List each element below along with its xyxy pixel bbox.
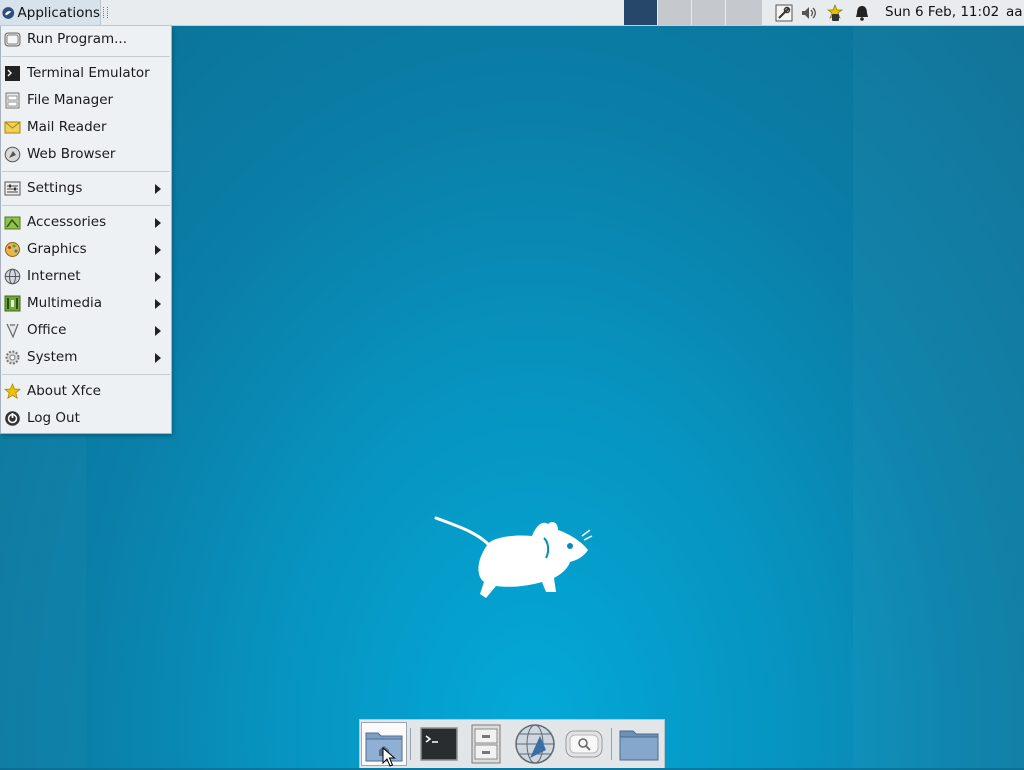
dock-terminal[interactable]: [415, 722, 461, 766]
network-icon[interactable]: [775, 4, 793, 22]
web-browser-icon: [4, 146, 21, 163]
applications-label: Applications: [17, 4, 100, 21]
menu-item-label: Mail Reader: [27, 119, 107, 135]
dock-folder[interactable]: [616, 722, 662, 766]
menu-item-label: About Xfce: [27, 383, 101, 399]
updates-icon[interactable]: [826, 4, 844, 22]
xfce-mouse-logo: [434, 516, 593, 598]
menu-item-label: Web Browser: [27, 146, 116, 162]
menu-item-system[interactable]: System: [1, 345, 171, 370]
logout-icon: [5, 411, 20, 426]
terminal-icon: [5, 66, 20, 81]
menu-item-label: Log Out: [27, 410, 80, 426]
menu-item-run-program[interactable]: Run Program...: [1, 27, 171, 52]
user-name[interactable]: aa: [1006, 4, 1023, 20]
workspace-3-button[interactable]: [692, 0, 725, 25]
mail-icon: [4, 121, 21, 134]
office-icon: [6, 323, 19, 339]
system-icon: [5, 350, 20, 365]
dock-separator: [410, 728, 411, 760]
menu-item-mail-reader[interactable]: Mail Reader: [1, 115, 171, 140]
menu-item-multimedia[interactable]: Multimedia: [1, 291, 171, 316]
menu-item-label: Run Program...: [27, 31, 128, 47]
menu-separator: [2, 374, 170, 375]
menu-separator: [2, 56, 170, 57]
menu-item-settings[interactable]: Settings: [1, 176, 171, 201]
menu-item-label: Internet: [27, 268, 81, 284]
app-finder-icon: [565, 730, 603, 758]
workspace-4-button[interactable]: [726, 0, 762, 25]
panel-handle[interactable]: [103, 7, 108, 18]
run-icon: [4, 32, 21, 47]
menu-item-log-out[interactable]: Log Out: [1, 406, 171, 431]
menu-separator: [2, 205, 170, 206]
file-cabinet-icon: [471, 724, 501, 764]
clock[interactable]: Sun 6 Feb, 11:02: [885, 4, 999, 20]
multimedia-icon: [4, 295, 21, 312]
submenu-arrow-icon: [155, 353, 161, 363]
mouse-pointer-icon: [382, 747, 396, 767]
menu-item-label: Accessories: [27, 214, 107, 230]
menu-separator: [2, 171, 170, 172]
wallpaper-band: [853, 26, 1024, 768]
menu-item-label: Multimedia: [27, 295, 103, 311]
dock-app-finder[interactable]: [561, 722, 607, 766]
file-manager-icon: [5, 92, 20, 109]
submenu-arrow-icon: [155, 272, 161, 282]
dock-web-browser[interactable]: [512, 722, 558, 766]
menu-item-office[interactable]: Office: [1, 318, 171, 343]
menu-item-web-browser[interactable]: Web Browser: [1, 142, 171, 167]
about-star-icon: [4, 383, 21, 399]
dock-separator: [611, 728, 612, 760]
menu-item-about-xfce[interactable]: About Xfce: [1, 379, 171, 404]
menu-item-label: File Manager: [27, 92, 114, 108]
menu-item-label: Graphics: [27, 241, 87, 257]
menu-item-accessories[interactable]: Accessories: [1, 210, 171, 235]
web-browser-icon: [515, 724, 555, 764]
menu-item-label: System: [27, 349, 78, 365]
menu-item-graphics[interactable]: Graphics: [1, 237, 171, 262]
submenu-arrow-icon: [155, 218, 161, 228]
applications-menu-button[interactable]: Applications: [0, 0, 101, 25]
workspace-1-button[interactable]: [624, 0, 657, 25]
submenu-arrow-icon: [155, 299, 161, 309]
menu-item-terminal-emulator[interactable]: Terminal Emulator: [1, 61, 171, 86]
bottom-dock: [359, 719, 665, 768]
menu-item-label: Settings: [27, 180, 83, 196]
volume-icon[interactable]: [800, 4, 818, 22]
accessories-icon: [4, 216, 21, 230]
workspace-2-button[interactable]: [658, 0, 691, 25]
graphics-icon: [5, 242, 20, 257]
folder-icon: [619, 730, 659, 761]
internet-icon: [4, 268, 21, 285]
submenu-arrow-icon: [155, 184, 161, 194]
menu-item-internet[interactable]: Internet: [1, 264, 171, 289]
dock-file-cabinet[interactable]: [463, 722, 509, 766]
submenu-arrow-icon: [155, 245, 161, 255]
notification-bell-icon[interactable]: [853, 4, 871, 22]
menu-item-label: Office: [27, 322, 67, 338]
menu-item-label: Terminal Emulator: [27, 65, 150, 81]
applications-menu: Run Program... Terminal Emulator File Ma…: [0, 26, 172, 434]
settings-icon: [4, 181, 21, 196]
top-panel: Applications Sun 6 Feb, 11:02 aa: [0, 0, 1024, 26]
xfce-logo-icon: [2, 6, 15, 19]
submenu-arrow-icon: [155, 326, 161, 336]
menu-item-file-manager[interactable]: File Manager: [1, 88, 171, 113]
terminal-icon: [420, 727, 458, 761]
